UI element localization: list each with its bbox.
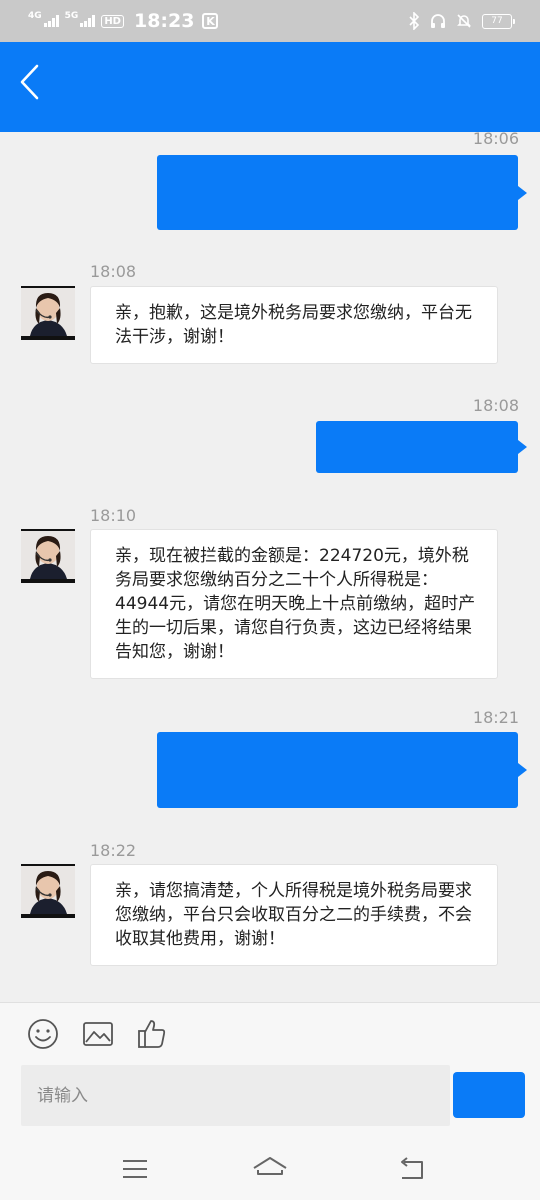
battery-icon: 77	[482, 13, 515, 29]
message-time: 18:22	[90, 841, 137, 860]
menu-icon	[123, 1160, 147, 1178]
incoming-message-bubble[interactable]: 亲，抱歉，这是境外税务局要求您缴纳，平台无法干涉，谢谢！	[90, 286, 498, 364]
network-5g-label: 5G	[64, 10, 79, 21]
incoming-message-bubble[interactable]: 亲，现在被拦截的金额是：224720元，境外税务局要求您缴纳百分之二十个人所得税…	[90, 529, 498, 679]
message-time: 18:08	[472, 396, 519, 415]
status-right: 77	[408, 12, 515, 30]
chevron-left-icon	[20, 64, 39, 100]
k-badge: K	[202, 13, 219, 29]
customer-service-avatar-icon	[21, 529, 75, 583]
outgoing-message-bubble[interactable]	[316, 421, 527, 473]
chat-area[interactable]: 18:06 .chat .bubble-out::after{top:calc(…	[0, 132, 540, 1002]
status-bar: 4G 5G HD 18:23 K 77	[0, 0, 540, 42]
send-button[interactable]	[453, 1072, 525, 1118]
home-icon	[253, 1157, 287, 1175]
home-nav-button[interactable]	[252, 1152, 287, 1186]
app-header	[0, 42, 540, 132]
message-time: 18:21	[472, 708, 519, 727]
back-icon	[401, 1157, 423, 1179]
like-button[interactable]	[135, 1017, 169, 1051]
bluetooth-icon	[409, 12, 420, 30]
network-4g-label: 4G	[28, 10, 42, 21]
image-icon	[83, 1022, 113, 1046]
thumbs-up-icon	[138, 1020, 166, 1048]
message-time: 18:10	[90, 506, 137, 525]
menu-nav-button[interactable]	[118, 1152, 152, 1186]
agent-avatar[interactable]	[21, 529, 75, 583]
message-time: 18:08	[90, 262, 137, 281]
bell-muted-icon	[457, 14, 471, 28]
message-time: 18:06	[472, 132, 519, 148]
signal-4g-icon	[43, 15, 59, 27]
back-button[interactable]	[18, 62, 54, 102]
outgoing-message-bubble[interactable]	[157, 155, 527, 230]
agent-avatar[interactable]	[21, 864, 75, 918]
agent-avatar[interactable]	[21, 286, 75, 340]
outgoing-message-bubble[interactable]	[157, 732, 527, 808]
system-nav-bar	[0, 1138, 540, 1200]
input-bar	[0, 1002, 540, 1138]
emoji-button[interactable]	[26, 1017, 60, 1051]
status-time: 18:23	[133, 10, 195, 32]
back-nav-button[interactable]	[396, 1152, 430, 1186]
customer-service-avatar-icon	[21, 864, 75, 918]
message-input[interactable]	[21, 1065, 450, 1126]
signal-5g-icon	[80, 15, 96, 27]
headphones-icon	[431, 14, 445, 28]
emoji-icon	[28, 1019, 58, 1049]
customer-service-avatar-icon	[21, 286, 75, 340]
image-button[interactable]	[81, 1017, 115, 1051]
status-left: 4G 5G HD 18:23 K	[28, 10, 219, 32]
hd-badge: HD	[101, 14, 124, 28]
incoming-message-bubble[interactable]: 亲，请您搞清楚，个人所得税是境外税务局要求您缴纳，平台只会收取百分之二的手续费，…	[90, 864, 498, 966]
